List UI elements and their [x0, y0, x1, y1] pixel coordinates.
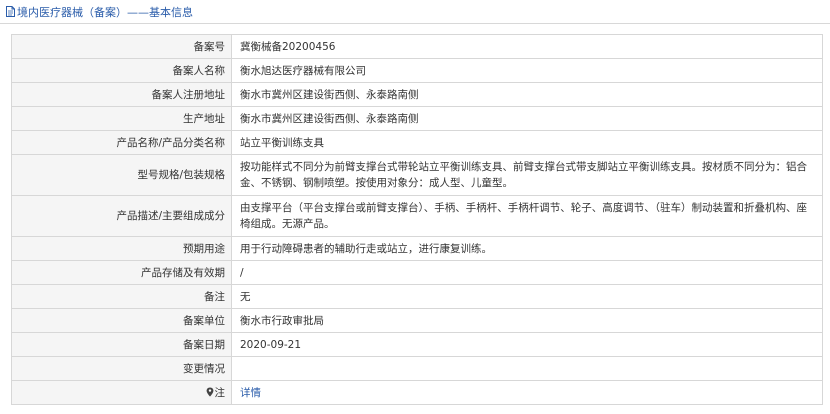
- table-row: 产品存储及有效期 /: [11, 260, 823, 285]
- table-row: 产品描述/主要组成成分 由支撑平台（平台支撑台或前臂支撑台）、手柄、手柄杆、手柄…: [11, 195, 823, 237]
- row-label: 备案单位: [11, 308, 232, 333]
- table-row: 型号规格/包装规格 按功能样式不同分为前臂支撑台式带轮站立平衡训练支具、前臂支撑…: [11, 154, 823, 196]
- row-label: 备案日期: [11, 332, 232, 357]
- table-row: 预期用途 用于行动障碍患者的辅助行走或站立，进行康复训练。: [11, 236, 823, 261]
- row-value: 2020-09-21: [231, 332, 823, 357]
- row-value: 无: [231, 284, 823, 309]
- note-value-cell: 详情: [231, 380, 823, 405]
- table-row: 备案日期 2020-09-21: [11, 332, 823, 357]
- location-pin-icon: [206, 387, 213, 396]
- row-value: 按功能样式不同分为前臂支撑台式带轮站立平衡训练支具、前臂支撑台式带支脚站立平衡训…: [231, 154, 823, 196]
- row-label: 产品存储及有效期: [11, 260, 232, 285]
- page-header: 境内医疗器械（备案）——基本信息: [0, 0, 830, 24]
- details-link[interactable]: 详情: [240, 387, 261, 399]
- table-row: 备案单位 衡水市行政审批局: [11, 308, 823, 333]
- row-label: 产品名称/产品分类名称: [11, 130, 232, 155]
- row-value: 衡水市行政审批局: [231, 308, 823, 333]
- row-label: 预期用途: [11, 236, 232, 261]
- table-row: 生产地址 衡水市冀州区建设街西侧、永泰路南侧: [11, 106, 823, 131]
- row-value: 衡水旭达医疗器械有限公司: [231, 58, 823, 83]
- row-label: 型号规格/包装规格: [11, 154, 232, 196]
- table-row: 备案人注册地址 衡水市冀州区建设街西侧、永泰路南侧: [11, 82, 823, 107]
- row-value: [231, 356, 823, 381]
- row-value: 由支撑平台（平台支撑台或前臂支撑台）、手柄、手柄杆、手柄杆调节、轮子、高度调节、…: [231, 195, 823, 237]
- row-value: 站立平衡训练支具: [231, 130, 823, 155]
- table-row: 备案人名称 衡水旭达医疗器械有限公司: [11, 58, 823, 83]
- row-label: 备案人名称: [11, 58, 232, 83]
- row-value: 用于行动障碍患者的辅助行走或站立，进行康复训练。: [231, 236, 823, 261]
- note-label: 注: [214, 386, 226, 399]
- row-label: 备注: [11, 284, 232, 309]
- row-value: /: [231, 260, 823, 285]
- table-row: 产品名称/产品分类名称 站立平衡训练支具: [11, 130, 823, 155]
- table-row: 备注 无: [11, 284, 823, 309]
- row-value: 冀衡械备20200456: [231, 34, 823, 59]
- row-label: 备案号: [11, 34, 232, 59]
- document-icon: [6, 6, 15, 17]
- table-row: 变更情况: [11, 356, 823, 381]
- row-label: 变更情况: [11, 356, 232, 381]
- table-row: 备案号 冀衡械备20200456: [11, 34, 823, 59]
- row-label: 生产地址: [11, 106, 232, 131]
- row-value: 衡水市冀州区建设街西侧、永泰路南侧: [231, 106, 823, 131]
- info-table: 备案号 冀衡械备20200456 备案人名称 衡水旭达医疗器械有限公司 备案人注…: [11, 34, 823, 405]
- page-title: 境内医疗器械（备案）——基本信息: [17, 6, 193, 19]
- note-row: 注 详情: [11, 380, 823, 405]
- note-label-cell: 注: [11, 380, 232, 405]
- row-label: 备案人注册地址: [11, 82, 232, 107]
- row-value: 衡水市冀州区建设街西侧、永泰路南侧: [231, 82, 823, 107]
- row-label: 产品描述/主要组成成分: [11, 195, 232, 237]
